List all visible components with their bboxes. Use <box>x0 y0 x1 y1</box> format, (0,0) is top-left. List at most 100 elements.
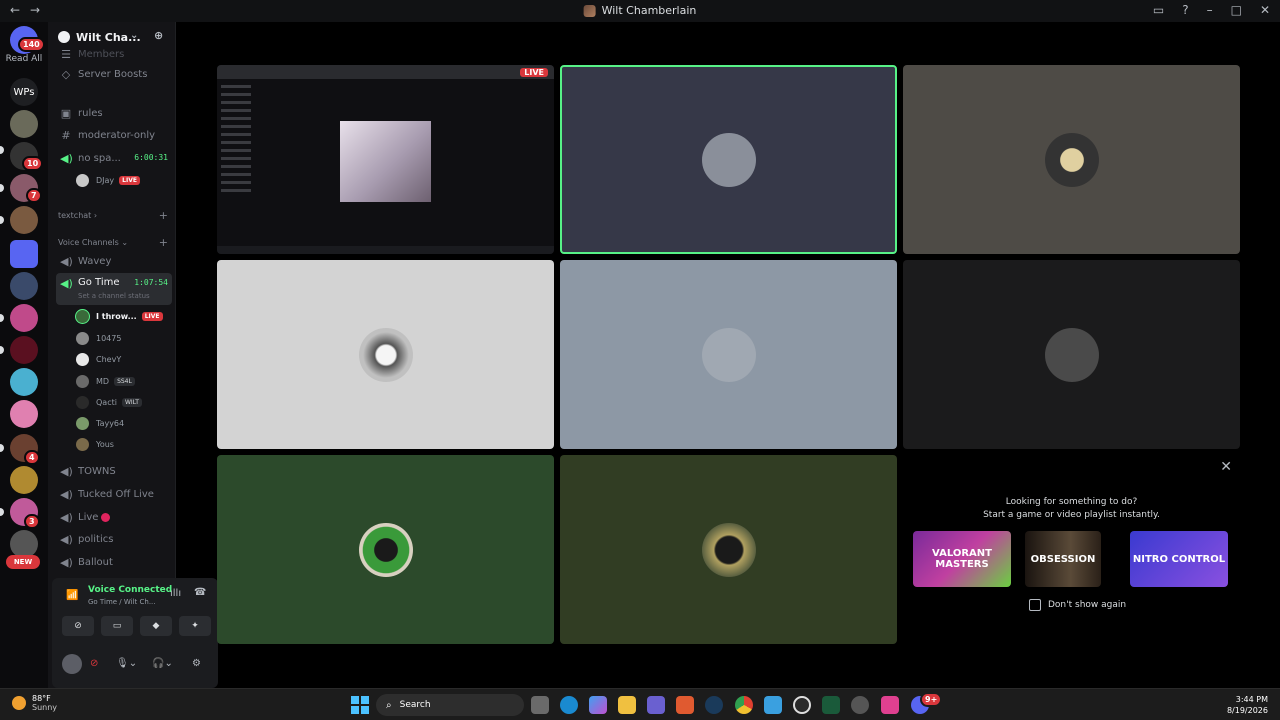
brave-icon[interactable] <box>676 696 694 714</box>
chrome-icon[interactable] <box>735 696 753 714</box>
task-view-icon[interactable] <box>531 696 549 714</box>
server-icon[interactable] <box>10 304 38 332</box>
participant-tile[interactable] <box>903 65 1240 254</box>
server-icon[interactable] <box>10 466 38 494</box>
activity-card-nitro-control[interactable]: NITRO CONTROL <box>1130 531 1228 587</box>
file-explorer-icon[interactable] <box>618 696 636 714</box>
server-folder[interactable] <box>10 240 38 268</box>
teams-icon[interactable] <box>647 696 665 714</box>
settings-gear-icon[interactable]: ⚙ <box>192 658 201 669</box>
rules-icon: ▣ <box>60 106 72 120</box>
app-icon[interactable] <box>851 696 869 714</box>
noise-suppression-icon[interactable]: ıllı <box>170 588 181 599</box>
channel-status[interactable]: Set a channel status <box>78 292 150 300</box>
participant-tile[interactable] <box>560 260 897 449</box>
minimize-button[interactable]: – <box>1207 3 1213 17</box>
app-icon[interactable] <box>793 696 811 714</box>
xbox-icon[interactable] <box>822 696 840 714</box>
voice-user[interactable]: Qacti WILT <box>76 393 172 411</box>
unread-pip <box>0 216 4 224</box>
activity-card-obsession[interactable]: OBSESSION <box>1025 531 1101 587</box>
help-icon[interactable]: ? <box>1182 3 1188 17</box>
signal-icon[interactable]: 📶 <box>66 590 78 601</box>
screen-share-button[interactable]: ▭ <box>101 616 133 636</box>
copilot-icon[interactable] <box>589 696 607 714</box>
category-voice-channels[interactable]: Voice Channels ⌄ + <box>58 236 168 249</box>
channel-members[interactable]: ☰ Members <box>56 44 172 64</box>
channel-politics[interactable]: ◀) politics <box>56 529 172 549</box>
voice-user[interactable]: ChevY <box>76 350 172 368</box>
channel-towns[interactable]: ◀) TOWNS <box>56 461 172 481</box>
nav-arrows[interactable]: ←→ <box>10 3 50 17</box>
dont-show-checkbox[interactable] <box>1029 599 1041 611</box>
window-controls: ▭ ? – □ ✕ <box>1153 3 1270 17</box>
channel-tucked-off-live[interactable]: ◀) Tucked Off Live <box>56 484 172 504</box>
clock[interactable]: 3:44 PM 8/19/2026 <box>1227 694 1268 716</box>
voice-status[interactable]: Voice Connected <box>88 585 172 595</box>
channel-ballout[interactable]: ◀) Ballout <box>56 552 172 572</box>
activity-card-valorant[interactable]: VALORANT MASTERS <box>913 531 1011 587</box>
unread-pip <box>0 184 4 192</box>
edge-icon[interactable] <box>560 696 578 714</box>
participant-tile[interactable] <box>217 455 554 644</box>
participant-tile[interactable] <box>217 260 554 449</box>
voice-user[interactable]: I throw... LIVE <box>76 307 172 325</box>
chevron-down-icon[interactable]: ⌄ <box>130 30 138 41</box>
voice-user[interactable]: Tayy64 <box>76 414 172 432</box>
discord-window: ←→ Wilt Chamberlain ▭ ? – □ ✕ 140 Read A… <box>0 0 1280 688</box>
headphones-icon[interactable]: 🎧⌄ <box>152 658 173 669</box>
stream-tile[interactable]: LIVE <box>217 65 554 254</box>
server-icon[interactable] <box>10 368 38 396</box>
participant-tile[interactable] <box>903 260 1240 449</box>
channel-moderator-only[interactable]: # moderator-only <box>56 125 172 145</box>
avatar <box>76 309 89 323</box>
activities-button[interactable]: ◆ <box>140 616 172 636</box>
server-icon[interactable] <box>10 206 38 234</box>
add-member-icon[interactable]: ⊕ <box>154 29 163 42</box>
start-button[interactable] <box>351 696 369 714</box>
server-icon[interactable] <box>10 400 38 428</box>
server-icon[interactable] <box>10 530 38 558</box>
participant-tile-speaking[interactable] <box>560 65 897 254</box>
microphone-icon[interactable]: 🎙⌄ <box>116 658 137 669</box>
soundboard-button[interactable]: ✦ <box>179 616 211 636</box>
speaker-icon: ◀) <box>60 487 73 501</box>
server-wps[interactable]: WPs <box>10 78 38 106</box>
avatar <box>76 331 89 345</box>
maximize-button[interactable]: □ <box>1231 3 1242 17</box>
inbox-icon[interactable]: ▭ <box>1153 3 1164 17</box>
avatar <box>76 352 89 366</box>
add-channel-icon[interactable]: + <box>159 209 168 222</box>
channel-go-time[interactable]: ◀) Go Time 1:07:54 Set a channel status <box>56 273 172 305</box>
channel-wavey[interactable]: ◀) Wavey <box>56 251 172 271</box>
voice-user[interactable]: DJay LIVE <box>76 171 172 189</box>
voice-user[interactable]: 10475 <box>76 329 172 347</box>
category-textchat[interactable]: textchat › + <box>58 209 168 222</box>
close-icon[interactable]: ✕ <box>1220 459 1232 475</box>
avatar <box>1044 327 1099 382</box>
camera-off-icon[interactable]: ⊘ <box>90 658 98 669</box>
channel-rules[interactable]: ▣ rules <box>56 103 172 123</box>
camera-toggle-button[interactable]: ⊘ <box>62 616 94 636</box>
channel-live[interactable]: ◀) Live <box>56 507 172 527</box>
close-button[interactable]: ✕ <box>1260 3 1270 17</box>
app-icon[interactable] <box>881 696 899 714</box>
add-channel-icon[interactable]: + <box>159 236 168 249</box>
disconnect-icon[interactable]: ☎ <box>194 587 206 598</box>
channel-server-boosts[interactable]: ◇ Server Boosts <box>56 64 172 84</box>
voice-user[interactable]: MD SS4L <box>76 372 172 390</box>
channel-no-spam[interactable]: ◀) no spa... 6:00:31 <box>56 148 172 168</box>
user-avatar[interactable] <box>62 654 82 674</box>
server-icon[interactable] <box>10 110 38 138</box>
taskbar-search[interactable]: ⌕ Search <box>376 694 524 716</box>
voice-channel-link[interactable]: Go Time / Wilt Ch... <box>88 598 156 606</box>
steam-icon[interactable] <box>705 696 723 714</box>
photos-icon[interactable] <box>764 696 782 714</box>
server-icon[interactable] <box>10 336 38 364</box>
weather-widget[interactable]: 88°F Sunny <box>12 694 57 712</box>
window-title: Wilt Chamberlain <box>583 4 696 17</box>
read-all-button[interactable]: Read All <box>0 54 48 64</box>
participant-tile[interactable] <box>560 455 897 644</box>
voice-user[interactable]: Yous <box>76 435 172 453</box>
server-icon[interactable] <box>10 272 38 300</box>
